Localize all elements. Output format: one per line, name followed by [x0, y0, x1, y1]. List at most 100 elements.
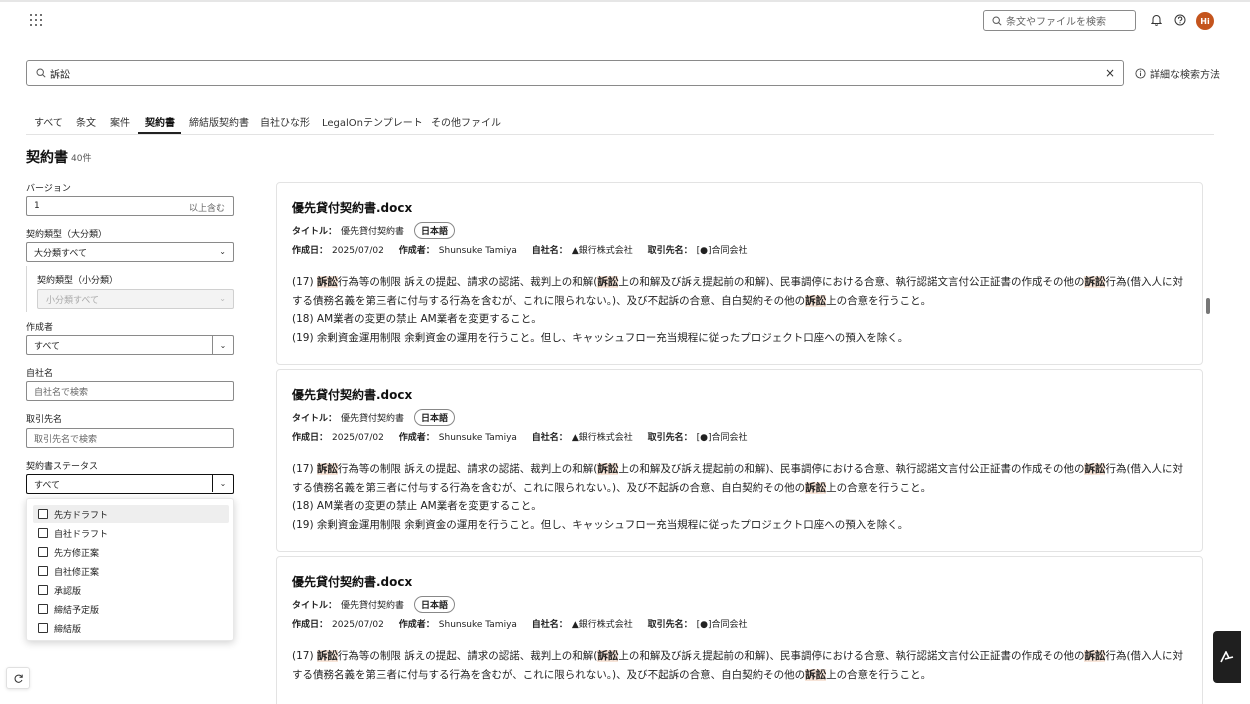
- chevron-down-icon[interactable]: ⌄: [212, 336, 233, 354]
- version-suffix: 以上含む: [188, 204, 225, 214]
- page-title: 契約書: [26, 150, 68, 166]
- result-snippet: (17) 訴訟行為等の制限 訴えの提起、請求の認諾、裁判上の和解(訴訟上の和解及…: [292, 647, 1192, 684]
- version-input[interactable]: 1 以上含む: [26, 196, 234, 216]
- checkbox[interactable]: [38, 566, 48, 576]
- sub-filter-divider: [26, 266, 27, 312]
- company-meta-label: 自社名：: [531, 620, 568, 630]
- partner-label: 取引先名: [26, 415, 63, 425]
- company-name: ▲銀行株式会社: [571, 433, 633, 443]
- status-option[interactable]: 締結予定版: [33, 600, 229, 618]
- chevron-down-icon[interactable]: ⌄: [212, 475, 233, 492]
- checkbox[interactable]: [38, 585, 48, 595]
- status-option[interactable]: 先方修正案: [33, 543, 229, 561]
- company-meta-label: 自社名：: [531, 246, 568, 256]
- user-avatar[interactable]: Hi: [1196, 12, 1214, 30]
- created-label: 作成日：: [292, 433, 329, 443]
- main-search-input[interactable]: 訴訟 ×: [26, 60, 1124, 86]
- assistant-launcher-button[interactable]: [1213, 631, 1241, 683]
- status-label: 契約書ステータス: [26, 462, 99, 472]
- title-label: タイトル：: [292, 414, 338, 424]
- title-label: タイトル：: [292, 227, 338, 237]
- snippet-paragraph: (17) 訴訟行為等の制限 訴えの提起、請求の認諾、裁判上の和解(訴訟上の和解及…: [292, 463, 1184, 494]
- type-major-label: 契約類型（大分類）: [26, 230, 108, 240]
- partner-meta-label: 取引先名：: [647, 246, 693, 256]
- tab-executed-contracts[interactable]: 締結版契約書: [189, 114, 249, 129]
- keyword-highlight: 訴訟: [805, 294, 827, 307]
- search-icon: [36, 68, 46, 78]
- app-launcher-icon[interactable]: [30, 14, 44, 28]
- snippet-paragraph: (19) 余剰資金運用制限 余剰資金の運用を行うこと。但し、キャッシュフロー充当…: [292, 519, 909, 532]
- keyword-highlight: 訴訟: [316, 276, 338, 288]
- result-snippet: (17) 訴訟行為等の制限 訴えの提起、請求の認諾、裁判上の和解(訴訟上の和解及…: [292, 460, 1192, 535]
- advanced-search-label: 詳細な検索方法: [1150, 70, 1220, 81]
- info-icon: [1135, 68, 1146, 79]
- status-option[interactable]: 締結版: [33, 619, 229, 637]
- category-tabs: すべて 条文 案件 契約書 締結版契約書 自社ひな形 LegalOnテンプレート…: [26, 106, 1214, 135]
- tab-matters[interactable]: 案件: [110, 114, 130, 129]
- help-icon[interactable]: [1174, 14, 1186, 26]
- status-option[interactable]: 承認版: [33, 581, 229, 599]
- result-card[interactable]: 優先貸付契約書.docx タイトル： 優先貸付契約書 日本語 作成日： 2025/…: [276, 182, 1203, 365]
- type-major-select[interactable]: 大分類すべて ⌄: [26, 242, 234, 262]
- keyword-highlight: 訴訟: [316, 463, 338, 475]
- scrollbar-thumb[interactable]: [1206, 298, 1210, 314]
- tab-all[interactable]: すべて: [34, 114, 63, 129]
- result-meta-row: 作成日： 2025/07/02 作成者： Shunsuke Tamiya 自社名： ▲…: [292, 617, 748, 630]
- partner-meta-label: 取引先名：: [647, 433, 693, 443]
- status-option-label: 自社修正案: [54, 567, 100, 578]
- advanced-search-link[interactable]: 詳細な検索方法: [1135, 66, 1220, 81]
- result-filename[interactable]: 優先貸付契約書.docx: [292, 386, 412, 403]
- checkbox[interactable]: [38, 547, 48, 557]
- tab-clauses[interactable]: 条文: [76, 114, 96, 129]
- keyword-highlight: 訴訟: [597, 276, 619, 288]
- created-date: 2025/07/02: [332, 433, 384, 443]
- tab-contracts[interactable]: 契約書: [145, 114, 175, 129]
- result-meta-row: 作成日： 2025/07/02 作成者： Shunsuke Tamiya 自社名： ▲…: [292, 243, 748, 256]
- type-minor-label: 契約類型（小分類）: [37, 276, 119, 286]
- refresh-button[interactable]: [6, 667, 30, 689]
- author-name: Shunsuke Tamiya: [438, 620, 517, 630]
- result-title-row: タイトル： 優先貸付契約書 日本語: [292, 596, 456, 613]
- partner-name: [●]合同会社: [696, 433, 748, 443]
- creator-label: 作成者: [26, 323, 54, 333]
- chevron-down-icon: ⌄: [219, 247, 226, 256]
- status-option-label: 先方ドラフト: [54, 510, 109, 521]
- clear-icon[interactable]: ×: [1105, 66, 1115, 80]
- result-card[interactable]: 優先貸付契約書.docx タイトル： 優先貸付契約書 日本語 作成日： 2025/…: [276, 369, 1203, 552]
- checkbox[interactable]: [38, 604, 48, 614]
- status-option[interactable]: 自社修正案: [33, 562, 229, 580]
- status-option-label: 承認版: [54, 586, 82, 597]
- status-option[interactable]: 自社ドラフト: [33, 524, 229, 542]
- company-input[interactable]: 自社名で検索: [26, 381, 234, 401]
- tab-other-files[interactable]: その他ファイル: [431, 114, 501, 129]
- checkbox[interactable]: [38, 623, 48, 633]
- creator-select[interactable]: すべて ⌄: [26, 335, 234, 355]
- checkbox[interactable]: [38, 528, 48, 538]
- tab-own-templates[interactable]: 自社ひな形: [260, 114, 310, 129]
- search-query: 訴訟: [50, 69, 70, 81]
- result-card[interactable]: 優先貸付契約書.docx タイトル： 優先貸付契約書 日本語 作成日： 2025/…: [276, 556, 1203, 704]
- tab-legalon-templates[interactable]: LegalOnテンプレート: [322, 114, 423, 129]
- status-select[interactable]: すべて ⌄: [26, 474, 234, 494]
- snippet-paragraph: (19) 余剰資金運用制限 余剰資金の運用を行うこと。但し、キャッシュフロー充当…: [292, 332, 909, 345]
- result-title: 優先貸付契約書: [341, 227, 405, 237]
- creator-value: すべて: [34, 341, 61, 352]
- active-tab-indicator: [138, 132, 181, 134]
- language-badge: 日本語: [414, 222, 456, 239]
- partner-placeholder: 取引先名で検索: [34, 434, 98, 445]
- snippet-paragraph: (18) AM業者の変更の禁止 AM業者を変更すること。: [292, 313, 542, 326]
- author-name: Shunsuke Tamiya: [438, 246, 517, 256]
- partner-input[interactable]: 取引先名で検索: [26, 428, 234, 448]
- checkbox[interactable]: [38, 509, 48, 519]
- result-filename[interactable]: 優先貸付契約書.docx: [292, 199, 412, 216]
- status-dropdown: 先方ドラフト 自社ドラフト 先方修正案 自社修正案 承認版 締結予定版 締結版: [26, 498, 234, 641]
- result-filename[interactable]: 優先貸付契約書.docx: [292, 573, 412, 590]
- keyword-highlight: 訴訟: [1084, 650, 1106, 662]
- keyword-highlight: 訴訟: [316, 650, 338, 662]
- partner-name: [●]合同会社: [696, 246, 748, 256]
- global-search-input[interactable]: 条文やファイルを検索: [983, 10, 1136, 31]
- bell-icon[interactable]: [1151, 14, 1162, 26]
- company-name: ▲銀行株式会社: [571, 620, 633, 630]
- partner-name: [●]合同会社: [696, 620, 748, 630]
- status-option[interactable]: 先方ドラフト: [33, 505, 229, 523]
